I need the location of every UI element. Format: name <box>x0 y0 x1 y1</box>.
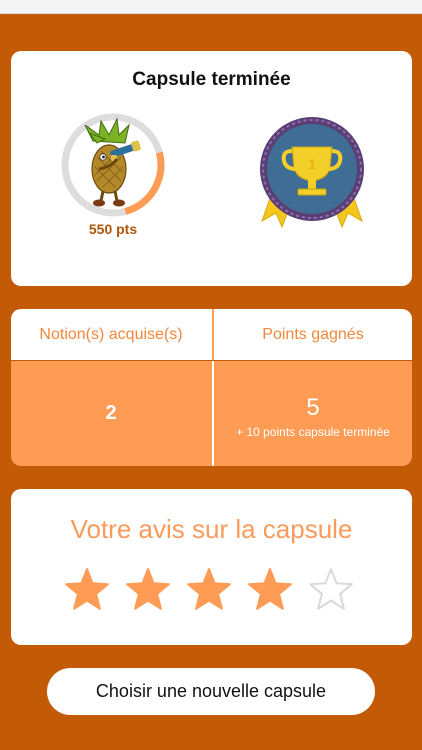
star-rating <box>64 567 364 613</box>
capsule-summary-card: Capsule terminée 550 pts 1 <box>11 51 412 286</box>
notions-acquired-label: Notion(s) acquise(s) <box>39 326 183 343</box>
page-title: Capsule terminée <box>132 69 291 90</box>
points-total: 550 pts <box>88 221 138 237</box>
star-filled-icon[interactable] <box>64 567 110 613</box>
points-bonus-note: + 10 points capsule terminée <box>236 425 390 439</box>
star-empty-icon[interactable] <box>308 567 354 613</box>
status-bar-strip <box>0 0 422 14</box>
star-filled-icon[interactable] <box>125 567 171 613</box>
points-earned-label: Points gagnés <box>262 326 364 343</box>
stats-header-row: Notion(s) acquise(s) Points gagnés <box>11 309 412 360</box>
notions-acquired-value: 2 <box>105 402 117 424</box>
trophy-medal-icon: 1 <box>252 113 372 233</box>
stats-values-row: 2 5 + 10 points capsule terminée <box>11 361 412 466</box>
star-filled-icon[interactable] <box>247 567 293 613</box>
choose-new-capsule-button[interactable]: Choisir une nouvelle capsule <box>47 668 375 715</box>
star-filled-icon[interactable] <box>186 567 232 613</box>
rating-title: Votre avis sur la capsule <box>70 514 353 544</box>
capsule-stats-card: Notion(s) acquise(s) Points gagnés 2 5 +… <box>11 309 412 466</box>
medal-rank-number: 1 <box>308 156 316 172</box>
capsule-rating-card: Votre avis sur la capsule <box>11 489 412 645</box>
points-earned-value: 5 <box>306 394 320 421</box>
avatar <box>59 111 167 219</box>
pineapple-explorer-telescope-icon <box>61 113 165 217</box>
